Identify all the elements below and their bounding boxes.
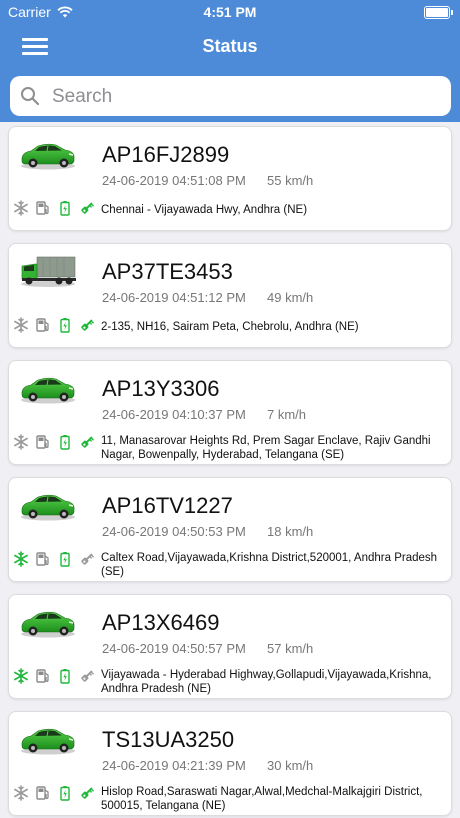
ignition-on-icon [81,787,95,799]
ac-on-icon [14,668,28,684]
search-field[interactable] [10,76,451,116]
last-update-time: 24-06-2019 04:10:37 PM [102,407,246,422]
fuel-icon [36,435,49,449]
vehicle-speed: 55 km/h [267,173,314,188]
vehicle-address: Vijayawada - Hyderabad Highway,Gollapudi… [101,669,432,695]
car-icon [21,611,75,638]
battery-status-icon [60,201,70,216]
ignition-off-icon [81,553,95,565]
last-update-time: 24-06-2019 04:51:08 PM [102,173,246,188]
search-input[interactable] [50,84,434,110]
fuel-icon [36,786,49,800]
vehicle-card[interactable]: AP13X6469 24-06-2019 04:50:57 PM 57 km/h… [8,594,452,699]
vehicle-plate: AP37TE3453 [102,259,233,284]
fuel-icon [36,318,49,332]
search-icon [21,87,40,106]
fuel-icon [36,669,49,683]
nav-bar: Carrier 4:51 PM Status [0,0,460,70]
truck-icon [21,256,76,287]
vehicle-plate: TS13UA3250 [102,727,235,752]
last-update-time: 24-06-2019 04:51:12 PM [102,290,246,305]
vehicle-speed: 49 km/h [267,290,314,305]
status-icons [13,200,95,218]
ac-off-icon [14,200,28,216]
battery-status-icon [60,786,70,801]
vehicle-address: Chennai - Vijayawada Hwy, Andhra (NE) [101,204,308,216]
vehicle-address: 2-135, NH16, Sairam Peta, Chebrolu, Andh… [101,321,359,333]
ignition-on-icon [81,436,95,448]
vehicle-card[interactable]: AP13Y3306 24-06-2019 04:10:37 PM 7 km/h … [8,360,452,465]
last-update-time: 24-06-2019 04:50:57 PM [102,641,246,656]
vehicle-speed: 30 km/h [267,758,314,773]
ignition-on-icon [81,202,95,214]
ac-on-icon [14,551,28,567]
car-icon [21,377,75,404]
last-update-time: 24-06-2019 04:50:53 PM [102,524,246,539]
vehicle-plate: AP16TV1227 [102,493,233,518]
battery-status-icon [60,435,70,450]
clock: 4:51 PM [203,4,257,20]
vehicle-address: 11, Manasarovar Heights Rd, Prem Sagar E… [101,435,431,461]
battery-status-icon [60,552,70,567]
vehicle-card[interactable]: AP37TE3453 24-06-2019 04:51:12 PM 49 km/… [8,243,452,348]
ac-off-icon [14,317,28,333]
car-icon [21,494,75,521]
fuel-icon [36,201,49,215]
vehicle-address: Hislop Road,Saraswati Nagar,Alwal,Medcha… [101,786,423,812]
page-title: Status [202,36,258,56]
battery-status-icon [60,318,70,333]
vehicle-card[interactable]: AP16FJ2899 24-06-2019 04:51:08 PM 55 km/… [8,126,452,231]
status-bar: Carrier 4:51 PM [0,0,460,24]
status-icons [13,551,95,569]
car-icon [21,143,75,170]
last-update-time: 24-06-2019 04:21:39 PM [102,758,246,773]
car-icon [21,728,75,755]
status-icons [13,785,95,803]
vehicle-card[interactable]: AP16TV1227 24-06-2019 04:50:53 PM 18 km/… [8,477,452,582]
status-icons [13,317,95,335]
battery-status-icon [60,669,70,684]
vehicle-speed: 18 km/h [267,524,314,539]
ignition-on-icon [81,319,95,331]
ignition-off-icon [81,670,95,682]
vehicle-card[interactable]: TS13UA3250 24-06-2019 04:21:39 PM 30 km/… [8,711,452,816]
vehicle-address: Caltex Road,Vijayawada,Krishna District,… [101,552,438,578]
status-icons [13,668,95,686]
ac-off-icon [14,434,28,450]
vehicle-speed: 7 km/h [267,407,307,422]
fuel-icon [36,552,49,566]
status-icons [13,434,95,452]
vehicle-speed: 57 km/h [267,641,314,656]
vehicle-plate: AP13Y3306 [102,376,220,401]
vehicle-plate: AP13X6469 [102,610,220,635]
ac-off-icon [14,785,28,801]
battery-icon [424,6,453,19]
vehicle-plate: AP16FJ2899 [102,142,230,167]
